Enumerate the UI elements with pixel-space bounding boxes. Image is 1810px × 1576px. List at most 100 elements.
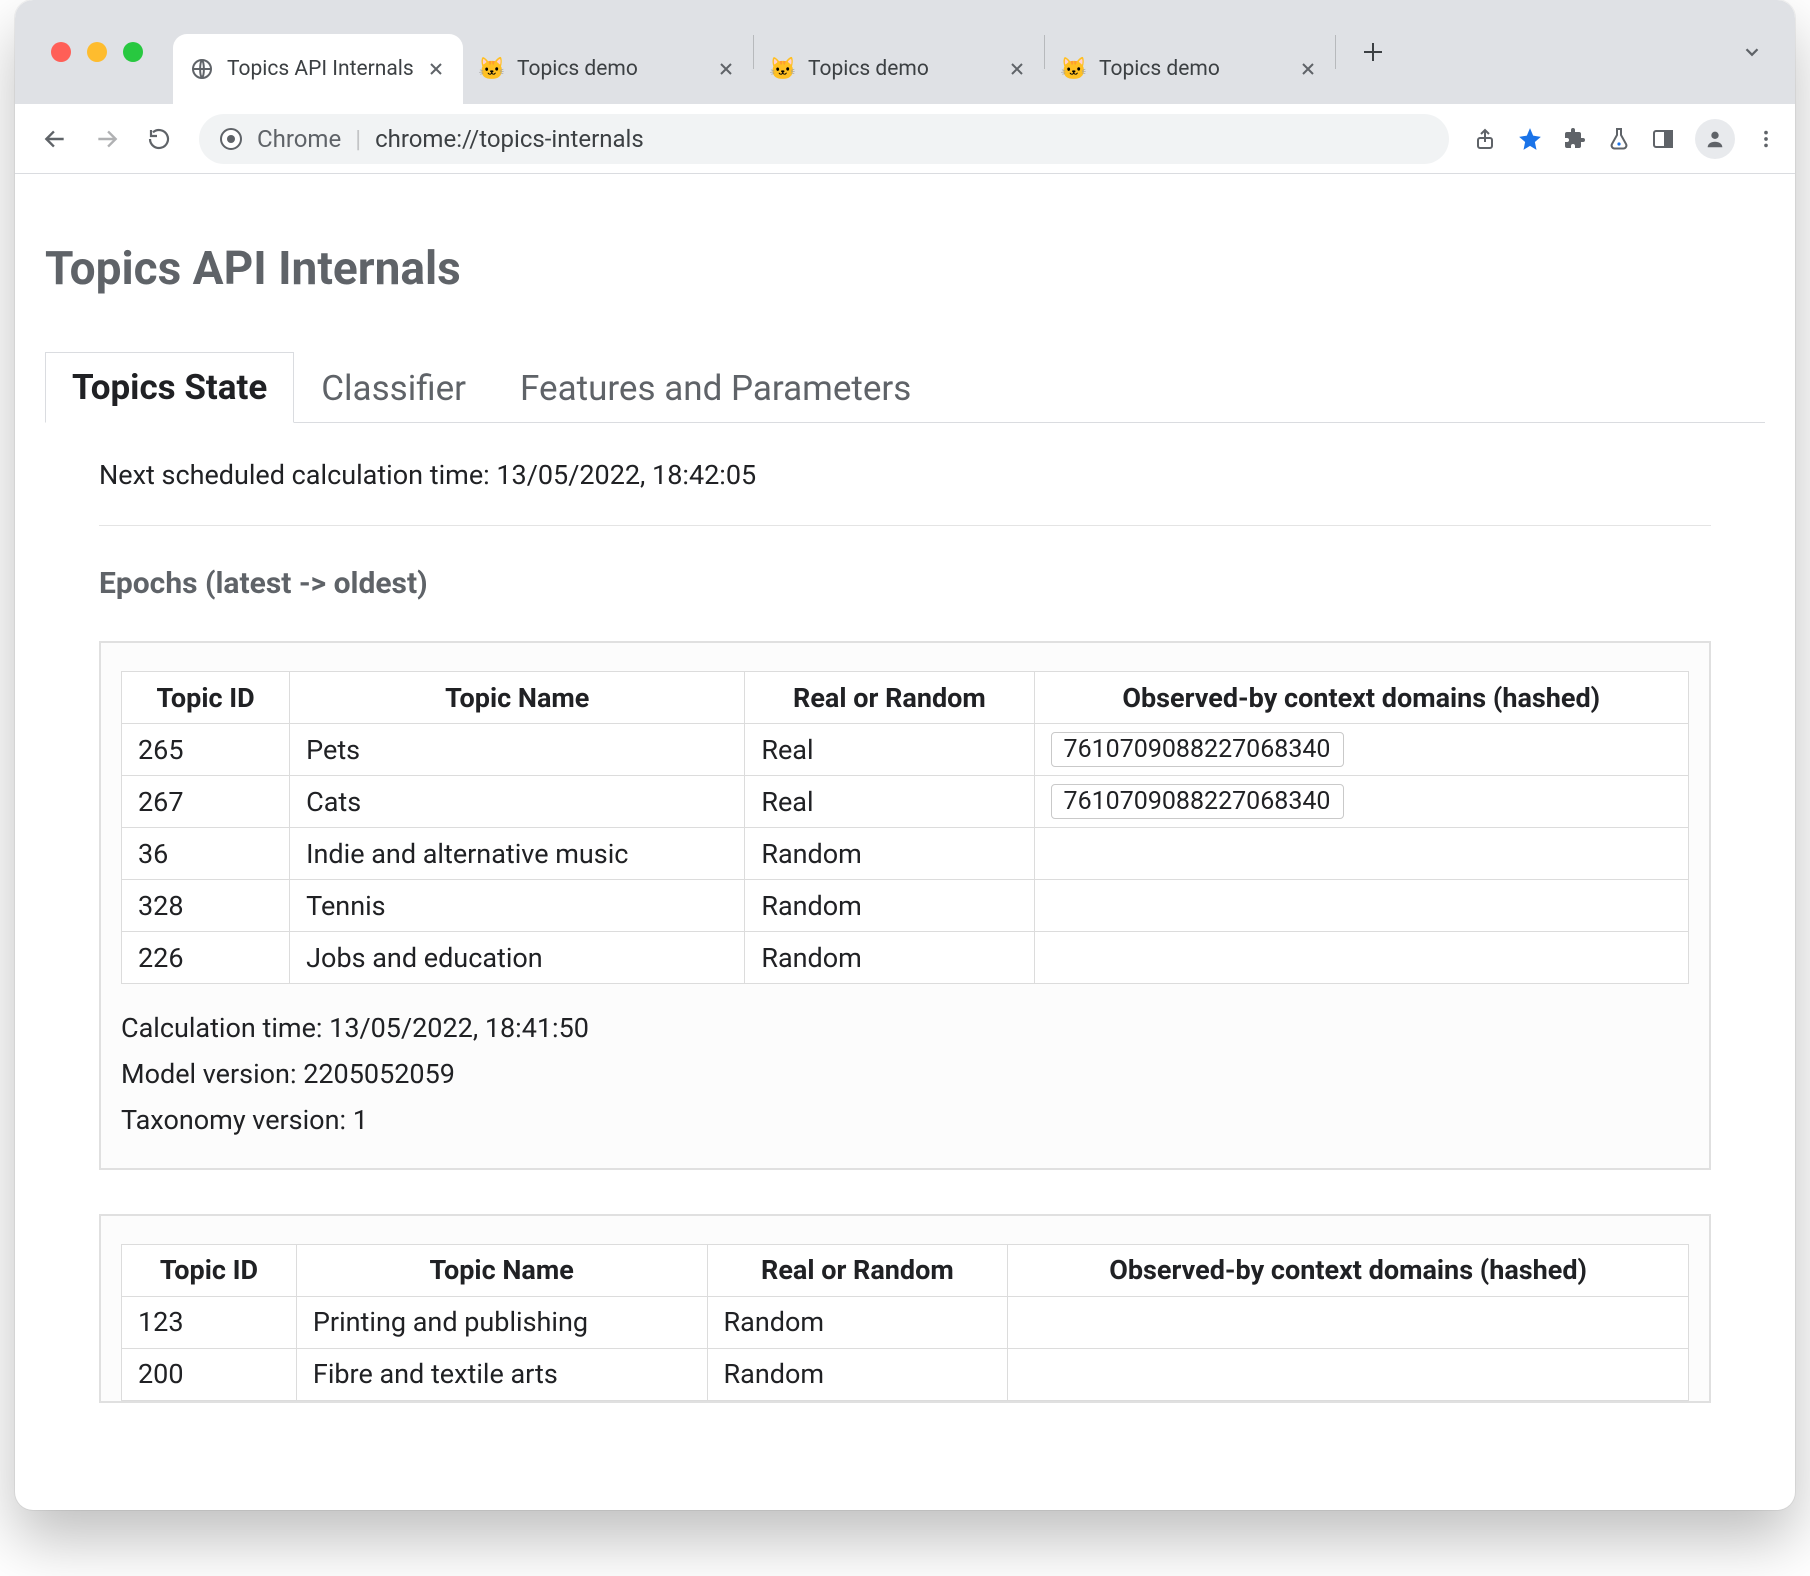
globe-icon <box>189 56 215 82</box>
close-window-button[interactable] <box>51 42 71 62</box>
cell-real: Random <box>707 1296 1008 1348</box>
epoch-meta: Calculation time: 13/05/2022, 18:41:50 M… <box>121 1006 1689 1144</box>
cell-hash <box>1008 1296 1689 1348</box>
tab-title: Topics demo <box>808 57 996 81</box>
cell-real: Real <box>745 724 1034 776</box>
col-observed: Observed-by context domains (hashed) <box>1008 1244 1689 1296</box>
cell-id: 200 <box>122 1348 297 1400</box>
taxonomy-version-value: 1 <box>353 1104 368 1136</box>
toolbar: Chrome | chrome://topics-internals <box>15 104 1795 174</box>
taxonomy-version-label: Taxonomy version: <box>121 1104 346 1136</box>
tab-strip: Topics API Internals 🐱 Topics demo 🐱 Top… <box>173 0 1398 104</box>
hash-chip: 7610709088227068340 <box>1051 784 1344 819</box>
col-topic-id: Topic ID <box>122 1244 297 1296</box>
back-button[interactable] <box>33 117 77 161</box>
table-row: 200 Fibre and textile arts Random <box>122 1348 1689 1400</box>
tab-separator <box>1335 35 1336 69</box>
table-row: 328 Tennis Random <box>122 880 1689 932</box>
col-real-or-random: Real or Random <box>707 1244 1008 1296</box>
cell-name: Jobs and education <box>290 932 745 984</box>
tab-topics-state[interactable]: Topics State <box>45 352 294 423</box>
cell-hash <box>1034 880 1688 932</box>
cat-icon: 🐱 <box>1061 56 1087 82</box>
cell-name: Fibre and textile arts <box>296 1348 707 1400</box>
table-row: 123 Printing and publishing Random <box>122 1296 1689 1348</box>
cell-id: 267 <box>122 776 290 828</box>
share-icon[interactable] <box>1473 127 1497 151</box>
next-calculation-label: Next scheduled calculation time: <box>99 459 490 491</box>
cell-id: 123 <box>122 1296 297 1348</box>
col-real-or-random: Real or Random <box>745 672 1034 724</box>
col-topic-name: Topic Name <box>296 1244 707 1296</box>
epochs-heading: Epochs (latest -> oldest) <box>99 566 1711 601</box>
cell-hash: 7610709088227068340 <box>1034 776 1688 828</box>
model-version-label: Model version: <box>121 1058 297 1090</box>
cell-hash <box>1034 932 1688 984</box>
browser-tab-active[interactable]: Topics API Internals <box>173 34 463 104</box>
new-tab-button[interactable] <box>1348 27 1398 77</box>
cell-real: Random <box>707 1348 1008 1400</box>
model-version-value: 2205052059 <box>303 1058 455 1090</box>
cell-real: Real <box>745 776 1034 828</box>
bookmark-star-icon[interactable] <box>1517 126 1543 152</box>
labs-icon[interactable] <box>1607 127 1631 151</box>
browser-tab[interactable]: 🐱 Topics demo <box>754 34 1044 104</box>
reload-button[interactable] <box>137 117 181 161</box>
window-controls <box>15 0 173 104</box>
table-row: 226 Jobs and education Random <box>122 932 1689 984</box>
epoch-box: Topic ID Topic Name Real or Random Obser… <box>99 1214 1711 1403</box>
cell-hash <box>1008 1348 1689 1400</box>
next-calculation-line: Next scheduled calculation time: 13/05/2… <box>99 459 1711 491</box>
cell-id: 226 <box>122 932 290 984</box>
menu-kebab-icon[interactable] <box>1755 128 1777 150</box>
cell-id: 265 <box>122 724 290 776</box>
table-row: 36 Indie and alternative music Random <box>122 828 1689 880</box>
topics-table: Topic ID Topic Name Real or Random Obser… <box>121 671 1689 984</box>
cell-name: Cats <box>290 776 745 828</box>
col-topic-name: Topic Name <box>290 672 745 724</box>
page-tabnav: Topics State Classifier Features and Par… <box>45 351 1765 423</box>
omnibox[interactable]: Chrome | chrome://topics-internals <box>199 114 1449 164</box>
omnibox-separator: | <box>355 125 361 153</box>
table-row: 267 Cats Real 7610709088227068340 <box>122 776 1689 828</box>
close-tab-button[interactable] <box>715 58 737 80</box>
col-topic-id: Topic ID <box>122 672 290 724</box>
cell-name: Tennis <box>290 880 745 932</box>
side-panel-icon[interactable] <box>1651 127 1675 151</box>
browser-tab[interactable]: 🐱 Topics demo <box>463 34 753 104</box>
cell-real: Random <box>745 932 1034 984</box>
cell-name: Indie and alternative music <box>290 828 745 880</box>
close-tab-button[interactable] <box>1006 58 1028 80</box>
tab-classifier[interactable]: Classifier <box>294 353 493 423</box>
cat-icon: 🐱 <box>770 56 796 82</box>
tab-features-parameters[interactable]: Features and Parameters <box>493 353 938 423</box>
divider <box>99 525 1711 526</box>
calc-time-label: Calculation time: <box>121 1012 322 1044</box>
hash-chip: 7610709088227068340 <box>1051 732 1344 767</box>
browser-tab[interactable]: 🐱 Topics demo <box>1045 34 1335 104</box>
cell-hash <box>1034 828 1688 880</box>
tab-title: Topics API Internals <box>227 57 415 81</box>
profile-avatar[interactable] <box>1695 119 1735 159</box>
chevron-down-icon[interactable] <box>1741 41 1763 63</box>
cell-hash: 7610709088227068340 <box>1034 724 1688 776</box>
omnibox-url: chrome://topics-internals <box>375 125 644 153</box>
col-observed: Observed-by context domains (hashed) <box>1034 672 1688 724</box>
close-tab-button[interactable] <box>1297 58 1319 80</box>
tabstrip-right <box>1741 41 1787 63</box>
cell-id: 328 <box>122 880 290 932</box>
cell-id: 36 <box>122 828 290 880</box>
cat-icon: 🐱 <box>479 56 505 82</box>
forward-button[interactable] <box>85 117 129 161</box>
titlebar: Topics API Internals 🐱 Topics demo 🐱 Top… <box>15 0 1795 104</box>
maximize-window-button[interactable] <box>123 42 143 62</box>
close-tab-button[interactable] <box>425 58 447 80</box>
extensions-icon[interactable] <box>1563 127 1587 151</box>
minimize-window-button[interactable] <box>87 42 107 62</box>
page-content: Topics API Internals Topics State Classi… <box>15 174 1795 1510</box>
cell-name: Pets <box>290 724 745 776</box>
epoch-box: Topic ID Topic Name Real or Random Obser… <box>99 641 1711 1170</box>
cell-real: Random <box>745 880 1034 932</box>
cell-name: Printing and publishing <box>296 1296 707 1348</box>
cell-real: Random <box>745 828 1034 880</box>
